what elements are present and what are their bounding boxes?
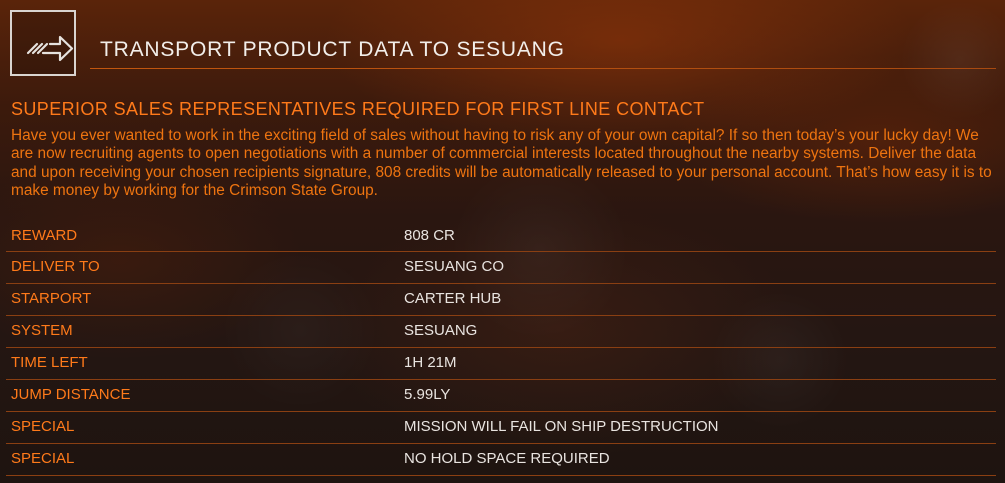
detail-label: JUMP DISTANCE [11, 386, 131, 403]
detail-label: SPECIAL [11, 450, 75, 467]
mission-description: Have you ever wanted to work in the exci… [11, 127, 992, 200]
mission-type-icon-box [10, 10, 76, 76]
detail-row-starport: STARPORT CARTER HUB [6, 284, 996, 316]
detail-value: NO HOLD SPACE REQUIRED [404, 450, 610, 467]
detail-label: SPECIAL [11, 418, 75, 435]
detail-value: 5.99LY [404, 386, 451, 403]
detail-row-time-left: TIME LEFT 1H 21M [6, 348, 996, 380]
detail-label: DELIVER TO [11, 258, 100, 275]
detail-label: REWARD [11, 227, 78, 244]
detail-value: 1H 21M [404, 354, 457, 371]
detail-row-jump-distance: JUMP DISTANCE 5.99LY [6, 380, 996, 412]
detail-value: CARTER HUB [404, 290, 502, 307]
detail-row-system: SYSTEM SESUANG [6, 316, 996, 348]
mission-title: TRANSPORT PRODUCT DATA TO SESUANG [100, 38, 565, 61]
detail-value: SESUANG [404, 322, 478, 339]
detail-value: MISSION WILL FAIL ON SHIP DESTRUCTION [404, 418, 719, 435]
mission-subtitle: SUPERIOR SALES REPRESENTATIVES REQUIRED … [11, 99, 705, 119]
mission-details-table: REWARD 808 CR DELIVER TO SESUANG CO STAR… [6, 221, 996, 476]
detail-row-reward: REWARD 808 CR [6, 221, 996, 252]
detail-value: 808 CR [404, 227, 455, 244]
detail-label: TIME LEFT [11, 354, 88, 371]
detail-row-special: SPECIAL MISSION WILL FAIL ON SHIP DESTRU… [6, 412, 996, 444]
detail-label: STARPORT [11, 290, 92, 307]
header-divider [90, 68, 996, 69]
detail-label: SYSTEM [11, 322, 73, 339]
detail-row-special: SPECIAL NO HOLD SPACE REQUIRED [6, 444, 996, 476]
detail-value: SESUANG CO [404, 258, 505, 275]
detail-row-deliver-to: DELIVER TO SESUANG CO [6, 252, 996, 284]
